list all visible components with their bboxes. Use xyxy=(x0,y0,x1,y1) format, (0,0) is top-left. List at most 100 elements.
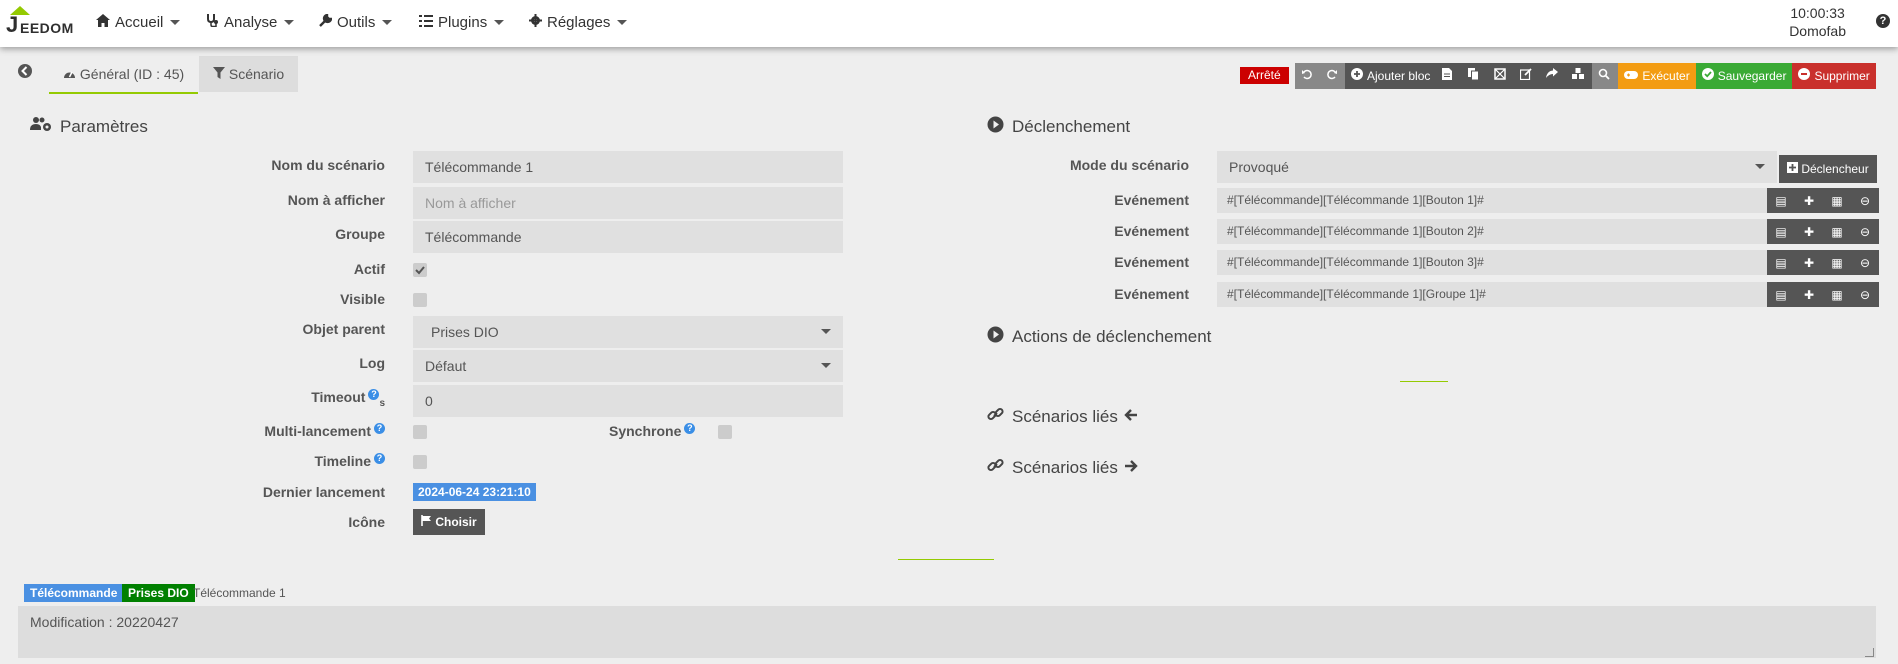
display-name-label: Nom à afficher xyxy=(287,192,385,208)
arrow-left-icon xyxy=(1124,407,1138,427)
remove-icon[interactable]: ⊖ xyxy=(1851,225,1879,239)
chevron-down-icon xyxy=(170,19,181,25)
group-input[interactable]: Télécommande xyxy=(413,221,843,253)
log-select[interactable]: Défaut xyxy=(413,350,843,382)
mode-select[interactable]: Provoqué xyxy=(1217,151,1777,183)
timeout-input[interactable]: 0 xyxy=(413,385,843,417)
log-label: Log xyxy=(359,355,385,371)
event-actions: ▤ ✚ ▦ ⊖ xyxy=(1767,219,1879,244)
help-icon[interactable]: ? xyxy=(684,423,696,434)
display-name-input[interactable]: Nom à afficher xyxy=(413,187,843,219)
event-input[interactable]: #[Télécommande][Télécommande 1][Bouton 1… xyxy=(1217,188,1767,213)
delete-button[interactable]: Supprimer xyxy=(1792,63,1876,89)
copy-icon xyxy=(1468,63,1480,89)
chevron-down-icon xyxy=(284,19,295,25)
edit-button[interactable] xyxy=(1514,63,1541,89)
timeline-checkbox[interactable] xyxy=(413,455,427,469)
remove-icon[interactable]: ⊖ xyxy=(1851,194,1879,208)
save-button[interactable]: Sauvegarder xyxy=(1695,63,1793,89)
icon-label: Icône xyxy=(348,514,385,530)
add-block-button[interactable]: Ajouter bloc xyxy=(1345,63,1437,89)
last-run-badge: 2024-06-24 23:21:10 xyxy=(413,483,536,501)
event-label: Evénement xyxy=(1114,254,1189,270)
params-title: Paramètres xyxy=(30,116,148,137)
chevron-down-icon xyxy=(382,19,393,25)
chevron-down-icon xyxy=(494,19,505,25)
linked-scenarios-in: Scénarios liés xyxy=(987,406,1138,428)
calculator-icon[interactable]: ▦ xyxy=(1823,256,1851,270)
help-icon[interactable]: ? xyxy=(368,389,380,400)
list-icon[interactable]: ▤ xyxy=(1767,256,1795,270)
calculator-icon[interactable]: ▦ xyxy=(1823,194,1851,208)
comment-textarea[interactable]: Modification : 20220427 xyxy=(18,606,1876,658)
parent-object-label: Objet parent xyxy=(302,321,385,337)
scenario-name-input[interactable]: Télécommande 1 xyxy=(413,151,843,183)
last-run-label: Dernier lancement xyxy=(262,484,385,500)
remove-icon[interactable]: ⊖ xyxy=(1851,288,1879,302)
parent-object-select[interactable]: Prises DIO xyxy=(413,316,843,348)
trigger-actions-title: Actions de déclenchement xyxy=(987,326,1211,348)
puzzle-icon[interactable]: ✚ xyxy=(1795,225,1823,239)
event-input[interactable]: #[Télécommande][Télécommande 1][Groupe 1… xyxy=(1217,282,1767,307)
top-navbar: J EEDOM Accueil Analyse Outils Plugins R… xyxy=(0,0,1898,47)
sync-checkbox[interactable] xyxy=(718,425,732,439)
active-checkbox[interactable] xyxy=(413,263,427,277)
cubes-icon xyxy=(1572,63,1585,89)
gear-icon xyxy=(529,14,542,30)
help-icon[interactable]: ? xyxy=(374,423,385,434)
status-badge: Arrêté xyxy=(1240,67,1289,84)
help-icon[interactable]: ? xyxy=(374,453,385,464)
execute-button[interactable]: Exécuter xyxy=(1618,63,1696,89)
add-trigger-button[interactable]: Déclencheur xyxy=(1779,155,1877,183)
multi-launch-checkbox[interactable] xyxy=(413,425,427,439)
tab-scenario[interactable]: Scénario xyxy=(199,56,299,92)
divider xyxy=(1400,381,1448,382)
nav-plugins[interactable]: Plugins xyxy=(419,0,505,44)
jeedom-logo[interactable]: J EEDOM xyxy=(6,6,76,38)
back-arrow-icon[interactable] xyxy=(14,60,36,82)
event-input[interactable]: #[Télécommande][Télécommande 1][Bouton 2… xyxy=(1217,219,1767,244)
sync-label: Synchrone? xyxy=(609,423,696,439)
variables-button[interactable] xyxy=(1566,63,1593,89)
choose-icon-button[interactable]: Choisir xyxy=(413,509,485,535)
chevron-down-icon xyxy=(617,19,628,25)
list-icon[interactable]: ▤ xyxy=(1767,288,1795,302)
calculator-icon[interactable]: ▦ xyxy=(1823,288,1851,302)
visible-label: Visible xyxy=(340,291,385,307)
play-circle-icon xyxy=(987,326,1004,348)
home-icon xyxy=(96,14,110,30)
search-button[interactable] xyxy=(1592,63,1619,89)
remove-icon[interactable]: ⊖ xyxy=(1851,256,1879,270)
list-icon[interactable]: ▤ xyxy=(1767,225,1795,239)
puzzle-icon[interactable]: ✚ xyxy=(1795,194,1823,208)
undo-button[interactable] xyxy=(1295,63,1320,89)
log-button[interactable] xyxy=(1436,63,1463,89)
help-icon[interactable]: ? xyxy=(1876,14,1890,28)
timeout-label: Timeout ?s xyxy=(311,389,385,409)
nav-outils[interactable]: Outils xyxy=(319,0,393,44)
nav-analyse[interactable]: Analyse xyxy=(206,0,295,44)
redo-button[interactable] xyxy=(1320,63,1345,89)
nav-accueil[interactable]: Accueil xyxy=(96,0,181,44)
linked-scenarios-out: Scénarios liés xyxy=(987,457,1138,479)
share-button[interactable] xyxy=(1540,63,1567,89)
wrench-icon xyxy=(319,13,333,30)
resize-handle[interactable] xyxy=(1865,648,1874,657)
export-button[interactable] xyxy=(1488,63,1515,89)
tab-general[interactable]: Général (ID : 45) xyxy=(49,56,199,94)
timeline-label: Timeline? xyxy=(125,453,385,469)
copy-button[interactable] xyxy=(1462,63,1489,89)
filter-icon xyxy=(213,66,229,82)
puzzle-icon[interactable]: ✚ xyxy=(1795,288,1823,302)
event-input[interactable]: #[Télécommande][Télécommande 1][Bouton 3… xyxy=(1217,250,1767,275)
link-icon xyxy=(987,406,1004,428)
nav-reglages[interactable]: Réglages xyxy=(529,0,628,44)
list-icon[interactable]: ▤ xyxy=(1767,194,1795,208)
event-actions: ▤ ✚ ▦ ⊖ xyxy=(1767,282,1879,307)
check-circle-icon xyxy=(1701,63,1714,89)
calculator-icon[interactable]: ▦ xyxy=(1823,225,1851,239)
puzzle-icon[interactable]: ✚ xyxy=(1795,256,1823,270)
gamepad-icon xyxy=(1624,63,1639,89)
multi-launch-label: Multi-lancement? xyxy=(125,423,385,439)
visible-checkbox[interactable] xyxy=(413,293,427,307)
